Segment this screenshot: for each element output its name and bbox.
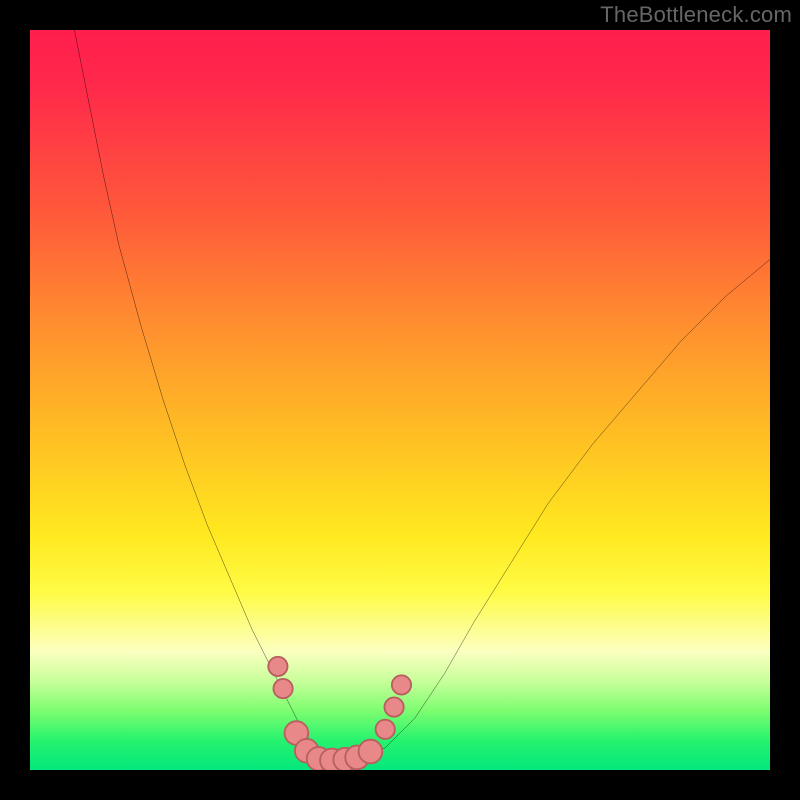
marker-group bbox=[268, 657, 411, 770]
data-marker bbox=[273, 679, 292, 698]
plot-area bbox=[30, 30, 770, 770]
watermark-text: TheBottleneck.com bbox=[600, 2, 792, 28]
data-marker bbox=[384, 697, 403, 716]
data-marker bbox=[392, 675, 411, 694]
data-marker bbox=[268, 657, 287, 676]
curve-layer bbox=[30, 30, 770, 770]
data-marker bbox=[359, 740, 383, 764]
bottleneck-curve bbox=[74, 30, 770, 760]
chart-frame: TheBottleneck.com bbox=[0, 0, 800, 800]
data-marker bbox=[376, 720, 395, 739]
